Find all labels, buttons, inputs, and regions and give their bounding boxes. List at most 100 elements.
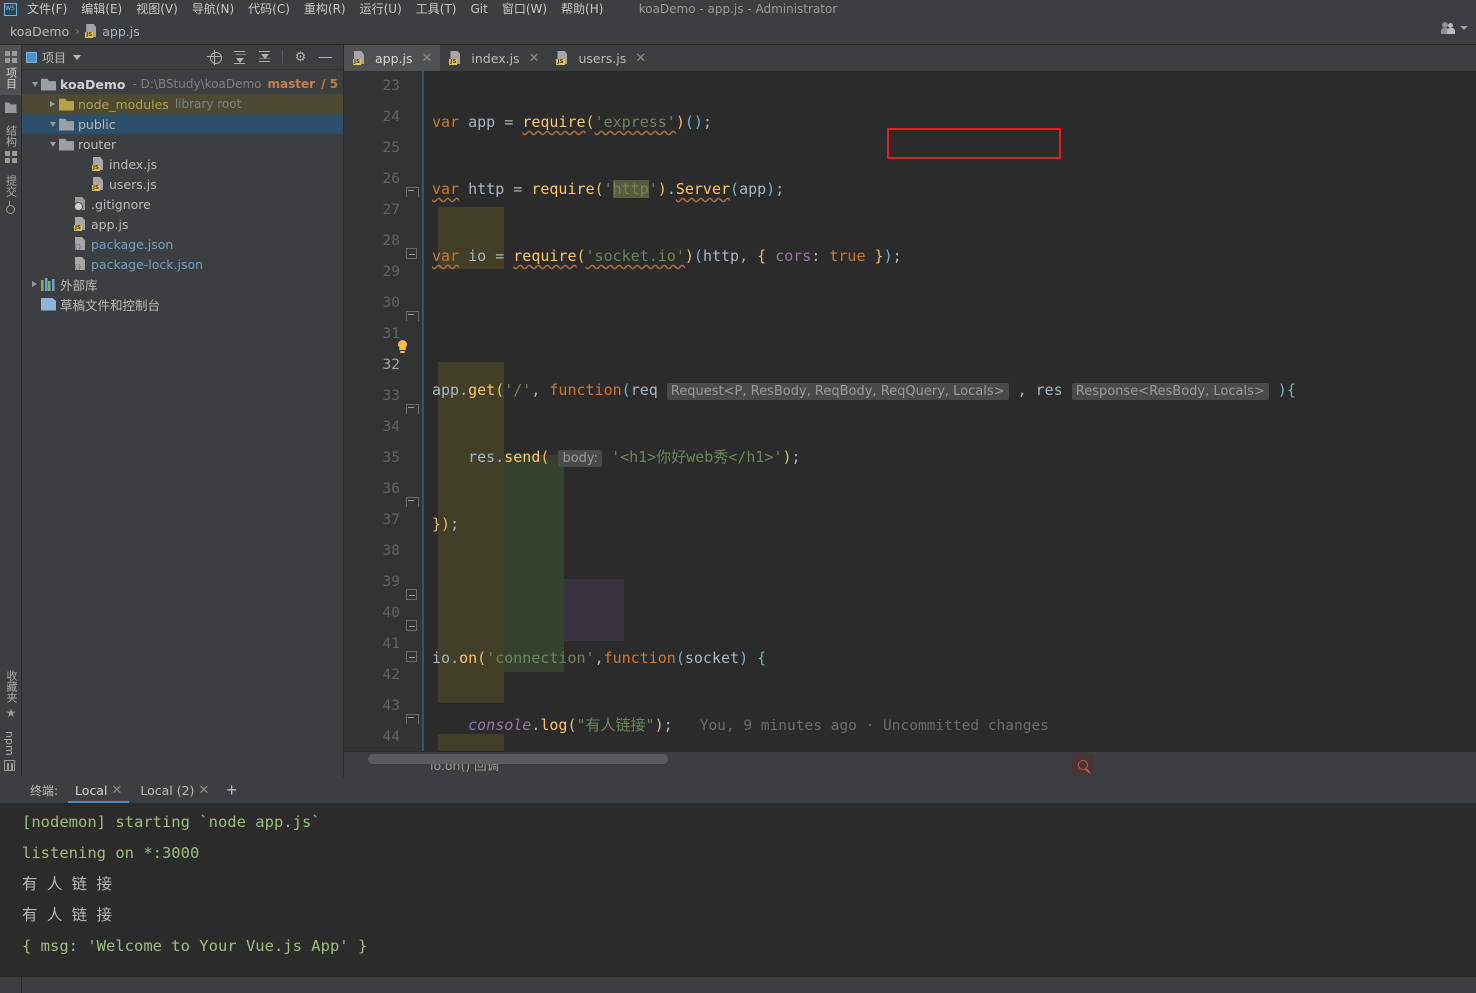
tab-index-js[interactable]: index.js ✕: [440, 45, 547, 71]
terminal-tab-local[interactable]: Local ✕: [66, 777, 131, 803]
collapse-all-icon[interactable]: [257, 50, 272, 65]
horizontal-scrollbar[interactable]: [368, 754, 668, 764]
tab-users-js[interactable]: users.js ✕: [547, 45, 654, 71]
line-number: 38: [382, 543, 400, 559]
menu-refactor[interactable]: 重构(R): [297, 0, 353, 18]
menu-navigate[interactable]: 导航(N): [185, 0, 241, 18]
navigation-bar: koaDemo › app.js: [0, 18, 1476, 45]
tree-node-public[interactable]: public: [22, 114, 343, 134]
fold-marker-icon[interactable]: [406, 186, 419, 198]
menu-file[interactable]: 文件(F): [20, 0, 74, 18]
user-avatar-icon[interactable]: [1441, 21, 1457, 35]
gitignore-file-icon: [74, 197, 87, 211]
terminal-output[interactable]: [nodemon] starting `node app.js` listeni…: [0, 803, 1476, 977]
account-menu[interactable]: [1441, 21, 1468, 35]
tool-project-label: 项目: [4, 67, 18, 89]
close-icon[interactable]: ✕: [422, 52, 433, 65]
gear-icon[interactable]: ⚙: [293, 50, 308, 65]
intention-bulb-icon[interactable]: [396, 340, 409, 353]
tree-label-external-libraries: 外部库: [60, 277, 98, 293]
tree-node-router[interactable]: router: [22, 134, 343, 154]
js-file-icon: [74, 217, 87, 231]
terminal-tab-local-2[interactable]: Local (2) ✕: [131, 777, 218, 803]
tree-label-index-js: index.js: [109, 156, 158, 172]
search-magnifier-icon[interactable]: [1072, 754, 1094, 776]
terminal-line: listening on *:3000: [22, 844, 200, 862]
fold-marker-icon[interactable]: [406, 403, 419, 415]
tool-npm[interactable]: npm: [0, 725, 19, 777]
menu-help[interactable]: 帮助(H): [554, 0, 610, 18]
tree-node-package-lock-json[interactable]: package-lock.json: [22, 254, 343, 274]
tree-node-app-js[interactable]: app.js: [22, 214, 343, 234]
menu-tools[interactable]: 工具(T): [409, 0, 464, 18]
ide-window: WS 文件(F) 编辑(E) 视图(V) 导航(N) 代码(C) 重构(R) 运…: [0, 0, 1476, 993]
fold-marker-icon[interactable]: [406, 713, 419, 725]
menu-bar[interactable]: 文件(F) 编辑(E) 视图(V) 导航(N) 代码(C) 重构(R) 运行(U…: [20, 0, 610, 18]
chevron-down-icon[interactable]: [28, 81, 41, 87]
menu-edit[interactable]: 编辑(E): [74, 0, 129, 18]
code-canvas[interactable]: var app = require('express')(); var http…: [422, 71, 1476, 751]
tree-node-users-js[interactable]: users.js: [22, 174, 343, 194]
menu-code[interactable]: 代码(C): [241, 0, 297, 18]
menu-run[interactable]: 运行(U): [353, 0, 409, 18]
chevron-down-icon[interactable]: [46, 141, 59, 147]
add-terminal-button[interactable]: +: [218, 777, 245, 803]
menu-view[interactable]: 视图(V): [129, 0, 185, 18]
close-icon[interactable]: ✕: [529, 52, 540, 65]
tree-label-koademo: koaDemo: [60, 76, 126, 92]
project-panel: 项目 ⚙ koaDemo - D:\BStudy\koaDemo master …: [22, 45, 344, 777]
chevron-down-icon[interactable]: [73, 54, 82, 60]
fold-marker-icon[interactable]: [406, 310, 419, 322]
tree-hint-node-modules: library root: [174, 97, 242, 111]
fold-marker-icon[interactable]: [406, 248, 418, 260]
tool-favorites[interactable]: 收藏夹 ★: [0, 664, 22, 725]
inlay-hint-res: Response<ResBody, Locals>: [1071, 383, 1269, 400]
line-number: 44: [382, 729, 400, 745]
tree-node-node-modules[interactable]: node_modules library root: [22, 94, 343, 114]
close-icon[interactable]: ✕: [198, 783, 209, 798]
breadcrumb-file[interactable]: app.js: [102, 24, 140, 39]
line-number: 25: [382, 140, 400, 156]
tree-label-scratches: 草稿文件和控制台: [60, 297, 161, 313]
tool-structure[interactable]: 结构: [0, 119, 21, 169]
tab-app-js[interactable]: app.js ✕: [344, 45, 441, 71]
tree-label-app-js: app.js: [91, 216, 129, 232]
terminal-panel: 终端: Local ✕ Local (2) ✕ + [nodemon] star…: [0, 777, 1476, 977]
editor-gutter[interactable]: 23 24 25 26 27 28 29 30 31 32 33 34 35 3…: [344, 71, 422, 751]
project-panel-toolbar: ⚙: [207, 49, 339, 65]
code-text[interactable]: var app = require('express')(); var http…: [422, 71, 1476, 751]
tree-node-index-js[interactable]: index.js: [22, 154, 343, 174]
tree-node-package-json[interactable]: package.json: [22, 234, 343, 254]
tool-project[interactable]: 项目: [0, 45, 21, 95]
tree-node-external-libraries[interactable]: 外部库: [22, 274, 343, 294]
fold-marker-icon[interactable]: [406, 620, 418, 632]
menu-window[interactable]: 窗口(W): [495, 0, 554, 18]
line-number: 24: [382, 109, 400, 125]
close-icon[interactable]: ✕: [111, 783, 122, 798]
tree-label-gitignore: .gitignore: [91, 196, 151, 212]
locate-icon[interactable]: [207, 49, 222, 65]
chevron-right-icon[interactable]: [28, 281, 41, 287]
menu-git[interactable]: Git: [463, 0, 494, 18]
tree-node-gitignore[interactable]: .gitignore: [22, 194, 343, 214]
chevron-down-icon[interactable]: [1460, 26, 1468, 30]
tree-node-koademo[interactable]: koaDemo - D:\BStudy\koaDemo master / 5: [22, 74, 343, 94]
tree-node-scratches[interactable]: 草稿文件和控制台: [22, 294, 343, 314]
close-icon[interactable]: ✕: [635, 52, 646, 65]
chevron-down-icon[interactable]: [46, 121, 59, 127]
breadcrumb-project[interactable]: koaDemo: [10, 24, 69, 39]
project-panel-title[interactable]: 项目: [26, 49, 82, 66]
expand-all-icon[interactable]: [232, 50, 247, 65]
chevron-right-icon[interactable]: [46, 101, 59, 107]
fold-marker-icon[interactable]: [406, 651, 418, 663]
tree-label-node-modules: node_modules: [78, 96, 169, 112]
fold-marker-icon[interactable]: [406, 589, 418, 601]
line-number: 42: [382, 667, 400, 683]
terminal-tab-local-2-label: Local (2): [140, 782, 195, 798]
fold-marker-icon[interactable]: [406, 496, 419, 508]
code-editor[interactable]: 23 24 25 26 27 28 29 30 31 32 33 34 35 3…: [344, 71, 1476, 751]
library-icon: [41, 277, 56, 291]
tool-commit[interactable]: 提交: [0, 169, 21, 219]
minimize-icon[interactable]: [318, 50, 333, 65]
tool-folder[interactable]: [0, 95, 21, 119]
